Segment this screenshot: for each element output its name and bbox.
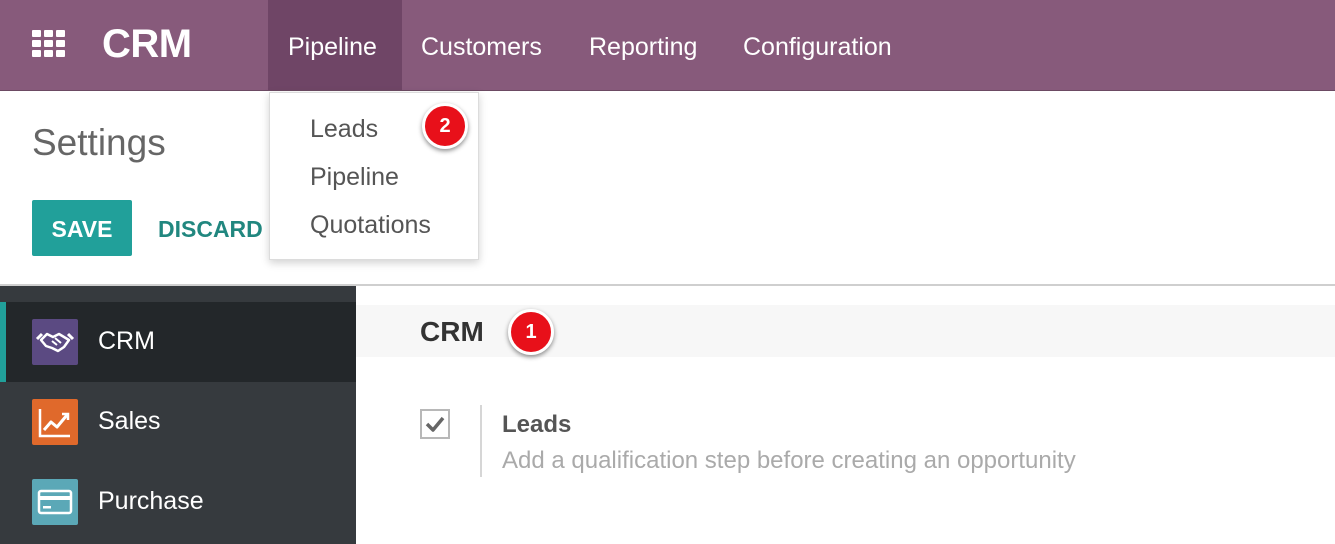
section-title: CRM	[420, 316, 484, 347]
save-button[interactable]: SAVE	[32, 200, 132, 256]
menu-configuration[interactable]: Configuration	[723, 0, 912, 90]
handshake-icon	[32, 319, 78, 365]
menu-reporting[interactable]: Reporting	[569, 0, 717, 90]
option-title: Leads	[502, 411, 572, 438]
app-brand: CRM	[102, 22, 192, 66]
settings-sidebar: CRM Sales Purchase	[0, 286, 356, 544]
trend-chart-icon	[32, 399, 78, 445]
sidebar-item-crm[interactable]: CRM	[0, 302, 356, 382]
section-header	[356, 305, 1335, 357]
page-title: Settings	[32, 122, 166, 163]
dropdown-item-pipeline[interactable]: Pipeline	[310, 163, 399, 192]
menu-pipeline[interactable]: Pipeline	[268, 0, 402, 90]
sidebar-item-sales[interactable]: Sales	[0, 382, 356, 462]
sidebar-item-purchase[interactable]: Purchase	[0, 462, 356, 542]
option-description: Add a qualification step before creating…	[502, 447, 1076, 474]
menu-customers[interactable]: Customers	[401, 0, 562, 90]
option-divider	[480, 405, 482, 477]
annotation-badge-2: 2	[422, 103, 468, 149]
leads-checkbox[interactable]	[420, 409, 450, 439]
credit-card-icon	[32, 479, 78, 525]
discard-button[interactable]: DISCARD	[158, 200, 263, 256]
apps-grid-icon[interactable]	[32, 30, 68, 60]
top-navbar: CRM Pipeline Customers Reporting Configu…	[0, 0, 1335, 91]
checkmark-icon	[425, 416, 445, 432]
sidebar-item-label: Sales	[98, 407, 161, 435]
dropdown-item-leads[interactable]: Leads	[310, 115, 378, 144]
annotation-badge-1: 1	[508, 309, 554, 355]
sidebar-item-label: Purchase	[98, 487, 204, 515]
sidebar-item-label: CRM	[98, 327, 155, 355]
dropdown-item-quotations[interactable]: Quotations	[310, 211, 431, 240]
